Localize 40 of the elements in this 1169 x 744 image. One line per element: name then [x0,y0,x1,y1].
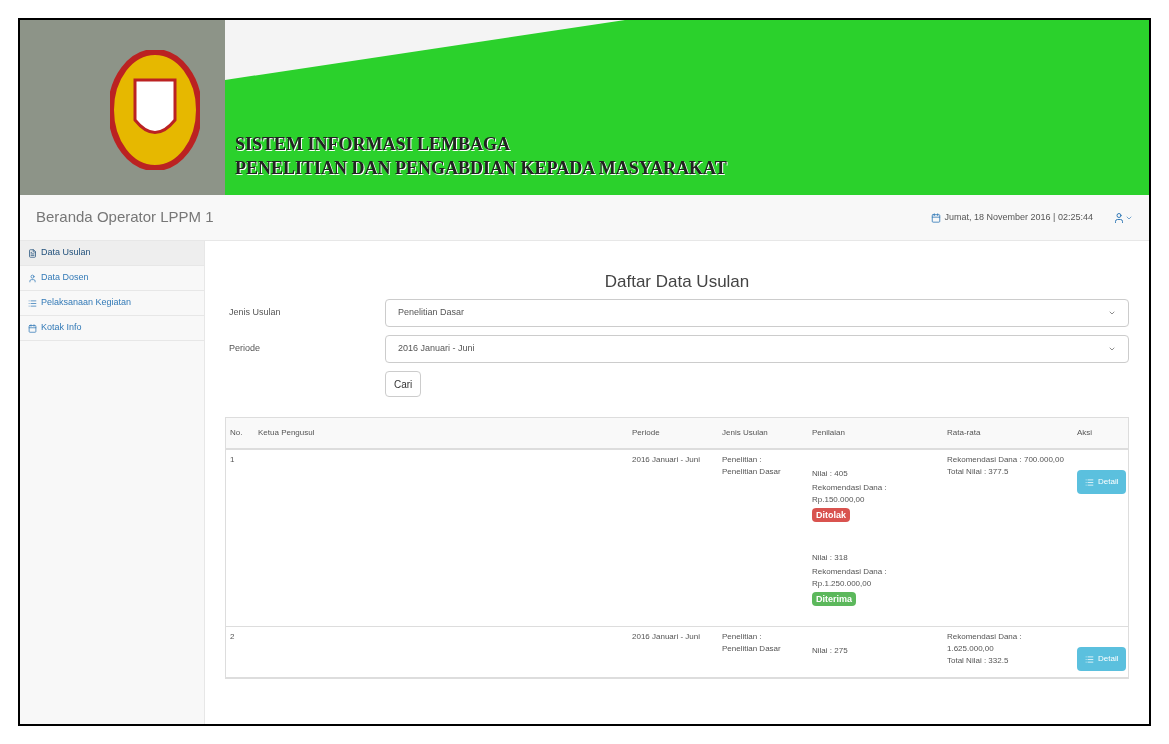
column-header: Penilaian [811,427,846,439]
sidebar-item[interactable]: Pelaksanaan Kegiatan [20,291,204,316]
recommended-fund-text: Rekomendasi Dana : Rp.1.250.000,00 [812,566,888,590]
sidebar-item[interactable]: Kotak Info [20,316,204,341]
filter-label: Jenis Usulan [228,305,282,319]
score-text: Nilai : 405 [812,468,849,480]
table-cell-text: 2 [229,631,236,643]
table-cell-text: 2016 Januari - Juni [631,631,702,643]
column-header: Aksi [1076,427,1094,439]
filter-select[interactable]: Penelitian Dasar [385,298,1129,327]
table-cell-text: Penelitian : [722,631,763,643]
date-time-text: Jumat, 18 November 2016 | 02:25:44 [944,210,1093,224]
status-badge: Diterima [812,592,856,606]
status-badge: Ditolak [812,508,850,522]
sidebar-item[interactable]: Data Usulan [20,241,204,266]
table-cell-text: 2016 Januari - Juni [631,454,702,466]
table-cell-text: Total Nilai : 377.5 [947,466,1010,478]
recommended-fund-text: Rekomendasi Dana : Rp.150.000,00 [812,482,888,506]
column-header: No. [229,427,244,439]
score-text: Nilai : 318 [812,552,849,564]
search-button[interactable]: Cari [385,371,422,397]
table-cell-text: Rekomendasi Dana : 1.625.000,00 [947,631,1023,655]
column-header: Periode [631,427,661,439]
score-text: Nilai : 275 [812,645,849,657]
column-header: Ketua Pengusul [257,427,316,439]
navbar-brand-link[interactable]: Beranda Operator LPPM 1 [36,206,214,229]
table-cell-text: Penelitian Dasar [722,466,782,478]
table-cell-text: Rekomendasi Dana : 700.000,00 [947,454,1065,466]
site-title: SISTEM INFORMASI LEMBAGA [235,133,512,156]
table-cell-text: Penelitian Dasar [722,643,782,655]
column-header: Jenis Usulan [721,427,769,439]
column-header: Rata-rata [946,427,982,439]
table-cell-text: Penelitian : [722,454,763,466]
filter-select[interactable]: 2016 Januari - Juni [385,334,1129,363]
sidebar-item[interactable]: Data Dosen [20,266,204,291]
site-title: PENELITIAN DAN PENGABDIAN KEPADA MASYARAKAT [235,157,727,180]
table-cell-text: 1 [229,454,236,466]
page-heading: Daftar Data Usulan [603,271,751,293]
table-cell-text: Total Nilai : 332.5 [947,655,1010,667]
filter-label: Periode [228,341,262,355]
